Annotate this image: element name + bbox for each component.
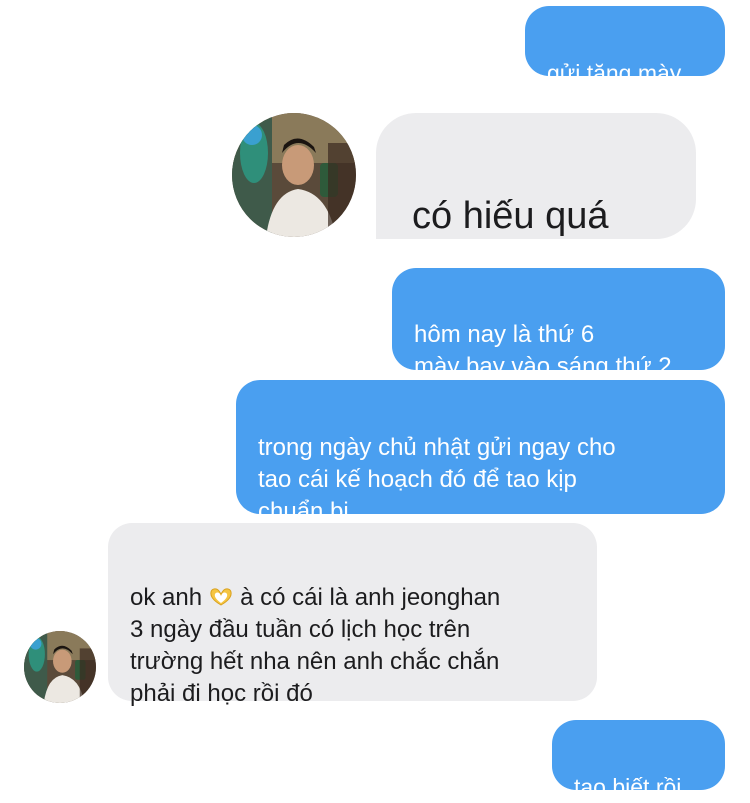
message-text: ok anh (130, 584, 203, 611)
message-bubble-incoming[interactable]: có hiếu quá (376, 113, 696, 239)
heart-hands-icon (208, 584, 234, 606)
contact-avatar[interactable] (232, 113, 356, 237)
message-bubble-outgoing[interactable]: hôm nay là thứ 6 mày bay vào sáng thứ 2 (392, 268, 725, 380)
message-text: tao biết rồi (574, 774, 682, 800)
contact-avatar-small[interactable] (24, 631, 96, 703)
message-bubble-incoming[interactable]: ok anh à có cái là anh jeonghan 3 ngày đ… (108, 523, 597, 707)
message-text: hôm nay là thứ 6 mày bay vào sáng thứ 2 (414, 321, 672, 380)
message-bubble-outgoing[interactable]: trong ngày chủ nhật gửi ngay cho tao cái… (236, 380, 725, 525)
message-bubble-outgoing[interactable]: gửi tặng mày (525, 6, 725, 86)
avatar-photo-icon (232, 113, 356, 237)
message-text: gửi tặng mày (547, 60, 682, 86)
message-bubble-outgoing[interactable]: tao biết rồi (552, 720, 725, 800)
avatar-photo-icon (24, 631, 96, 703)
message-text: trong ngày chủ nhật gửi ngay cho tao cái… (258, 434, 616, 525)
message-text: có hiếu quá (412, 195, 609, 237)
